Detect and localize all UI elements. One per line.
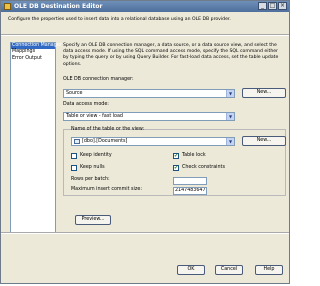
ok-button[interactable]: OK [177,265,205,275]
table-name-label: Name of the table or the view: [71,127,145,132]
keep-identity-label: Keep identity [80,153,112,158]
intro-text: Specify an OLE DB connection manager, a … [63,43,279,67]
cancel-button[interactable]: Cancel [215,265,243,275]
chevron-down-icon: ▼ [226,90,234,97]
new-table-label: New... [256,138,272,143]
connection-manager-value: Source [66,91,83,96]
keep-nulls-checkbox[interactable] [71,165,77,171]
rows-per-batch-label: Rows per batch: [71,177,110,182]
connection-manager-label: OLE DB connection manager: [63,77,134,82]
keep-nulls-label: Keep nulls [80,165,105,170]
window-title: OLE DB Destination Editor [14,3,103,10]
dialog-window: OLE DB Destination Editor _ □ × Configur… [0,0,290,284]
cancel-label: Cancel [220,267,238,272]
max-commit-size-label: Maximum insert commit size: [71,187,142,192]
title-buttons: _ □ × [258,2,287,10]
ok-label: OK [187,267,195,272]
keep-identity-checkbox[interactable] [71,153,77,159]
new-connection-button[interactable]: New... [242,88,286,98]
data-access-mode-dropdown[interactable]: Table or view - fast load ▼ [63,112,235,121]
check-constraints-label: Check constraints [182,165,225,170]
data-access-mode-label: Data access mode: [63,102,109,107]
chevron-down-icon: ▼ [226,138,234,145]
footer-divider [1,232,289,234]
table-lock-label: Table lock [182,153,206,158]
ssis-component-icon [4,3,11,10]
dialog-description: Configure the properties used to insert … [8,17,231,22]
table-icon [74,139,80,144]
check-constraints-checkbox[interactable]: ✔ [173,165,179,171]
page-navigation: Connection Manager Mappings Error Output [10,42,62,234]
help-button[interactable]: Help [255,265,283,275]
title-bar[interactable]: OLE DB Destination Editor _ □ × [1,1,289,12]
nav-item-error-output[interactable]: Error Output [11,56,55,62]
preview-label: Preview... [81,217,105,222]
preview-button[interactable]: Preview... [75,215,111,225]
maximize-button[interactable]: □ [268,2,277,10]
table-name-dropdown[interactable]: [dbo].[Documents] ▼ [71,137,235,146]
max-commit-size-input[interactable]: 2147483647 [173,187,207,195]
chevron-down-icon: ▼ [226,113,234,120]
rows-per-batch-input[interactable] [173,177,207,185]
close-button[interactable]: × [278,2,287,10]
new-connection-label: New... [256,90,272,95]
help-label: Help [263,267,275,272]
data-access-mode-value: Table or view - fast load [66,114,123,119]
connection-manager-dropdown[interactable]: Source ▼ [63,89,235,98]
table-name-value: [dbo].[Documents] [82,139,128,144]
new-table-button[interactable]: New... [242,136,286,146]
table-lock-checkbox[interactable]: ✔ [173,153,179,159]
header-divider [1,34,289,36]
minimize-button[interactable]: _ [258,2,267,10]
